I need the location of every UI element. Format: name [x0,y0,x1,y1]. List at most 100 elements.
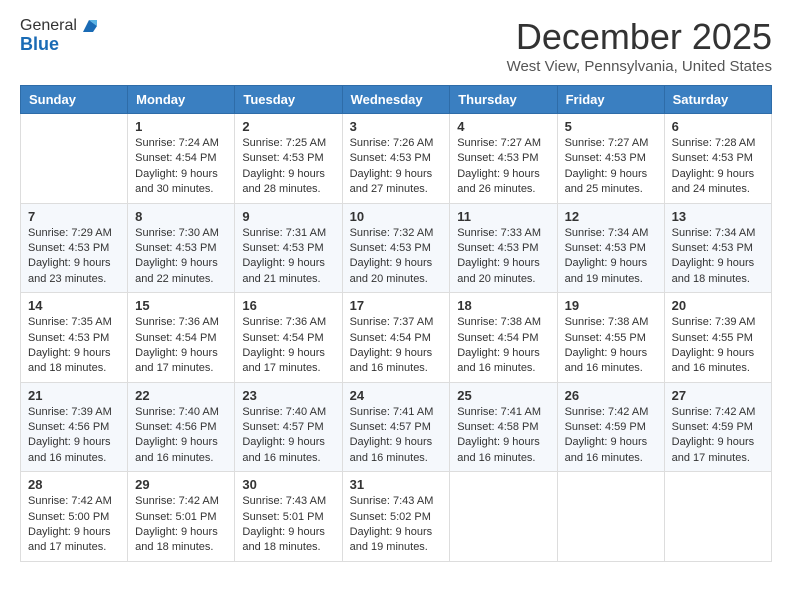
day-number: 26 [565,388,657,403]
day-number: 12 [565,209,657,224]
day-info: Sunrise: 7:26 AM Sunset: 4:53 PM Dayligh… [350,136,443,198]
calendar-cell: 15 Sunrise: 7:36 AM Sunset: 4:54 PM Dayli… [128,293,235,383]
day-info: Sunrise: 7:39 AM Sunset: 4:56 PM Dayligh… [28,405,120,467]
day-info: Sunrise: 7:40 AM Sunset: 4:56 PM Dayligh… [135,405,227,467]
calendar-cell [557,472,664,562]
day-info: Sunrise: 7:29 AM Sunset: 4:53 PM Dayligh… [28,226,120,288]
day-number: 19 [565,298,657,313]
calendar-cell: 13 Sunrise: 7:34 AM Sunset: 4:53 PM Dayli… [664,203,771,293]
calendar-cell: 6Sunrise: 7:28 AM Sunset: 4:53 PM Daylig… [664,114,771,204]
calendar-week-row: 14 Sunrise: 7:35 AM Sunset: 4:53 PM Dayli… [21,293,772,383]
day-info: Sunrise: 7:27 AM Sunset: 4:53 PM Dayligh… [457,136,549,198]
day-number: 28 [28,477,120,492]
day-info: Sunrise: 7:38 AM Sunset: 4:54 PM Dayligh… [457,315,549,377]
day-info: Sunrise: 7:36 AM Sunset: 4:54 PM Dayligh… [135,315,227,377]
calendar-cell [664,472,771,562]
day-number: 15 [135,298,227,313]
day-number: 1 [135,119,227,134]
calendar-cell [21,114,128,204]
day-number: 4 [457,119,549,134]
calendar-cell: 1 Sunrise: 7:24 AM Sunset: 4:54 PM Daylig… [128,114,235,204]
weekday-header: Wednesday [342,86,450,114]
day-number: 17 [350,298,443,313]
day-number: 22 [135,388,227,403]
day-info: Sunrise: 7:42 AM Sunset: 4:59 PM Dayligh… [565,405,657,467]
day-number: 8 [135,209,227,224]
day-info: Sunrise: 7:32 AM Sunset: 4:53 PM Dayligh… [350,226,443,288]
calendar-cell: 12 Sunrise: 7:34 AM Sunset: 4:53 PM Dayli… [557,203,664,293]
calendar-cell: 17 Sunrise: 7:37 AM Sunset: 4:54 PM Dayli… [342,293,450,383]
calendar-week-row: 7 Sunrise: 7:29 AM Sunset: 4:53 PM Daylig… [21,203,772,293]
day-number: 10 [350,209,443,224]
day-info: Sunrise: 7:24 AM Sunset: 4:54 PM Dayligh… [135,136,227,198]
day-info: Sunrise: 7:34 AM Sunset: 4:53 PM Dayligh… [672,226,764,288]
title-block: December 2025 West View, Pennsylvania, U… [507,16,772,75]
day-number: 25 [457,388,549,403]
day-number: 18 [457,298,549,313]
calendar-cell: 3Sunrise: 7:26 AM Sunset: 4:53 PM Daylig… [342,114,450,204]
day-info: Sunrise: 7:39 AM Sunset: 4:55 PM Dayligh… [672,315,764,377]
calendar-cell: 27Sunrise: 7:42 AM Sunset: 4:59 PM Dayli… [664,382,771,472]
calendar-cell: 22 Sunrise: 7:40 AM Sunset: 4:56 PM Dayli… [128,382,235,472]
page-header: General Blue December 2025 West View, Pe… [20,16,772,75]
day-info: Sunrise: 7:34 AM Sunset: 4:53 PM Dayligh… [565,226,657,288]
day-number: 7 [28,209,120,224]
day-info: Sunrise: 7:25 AM Sunset: 4:53 PM Dayligh… [242,136,334,198]
location: West View, Pennsylvania, United States [507,58,772,75]
calendar-cell: 29Sunrise: 7:42 AM Sunset: 5:01 PM Dayli… [128,472,235,562]
calendar-cell: 23Sunrise: 7:40 AM Sunset: 4:57 PM Dayli… [235,382,342,472]
calendar-cell: 11 Sunrise: 7:33 AM Sunset: 4:53 PM Dayli… [450,203,557,293]
day-info: Sunrise: 7:41 AM Sunset: 4:57 PM Dayligh… [350,405,443,467]
day-info: Sunrise: 7:40 AM Sunset: 4:57 PM Dayligh… [242,405,334,467]
day-number: 6 [672,119,764,134]
day-number: 14 [28,298,120,313]
calendar-cell: 10 Sunrise: 7:32 AM Sunset: 4:53 PM Dayli… [342,203,450,293]
weekday-header: Sunday [21,86,128,114]
day-number: 31 [350,477,443,492]
day-number: 11 [457,209,549,224]
calendar-week-row: 28 Sunrise: 7:42 AM Sunset: 5:00 PM Dayli… [21,472,772,562]
day-info: Sunrise: 7:33 AM Sunset: 4:53 PM Dayligh… [457,226,549,288]
day-info: Sunrise: 7:38 AM Sunset: 4:55 PM Dayligh… [565,315,657,377]
day-number: 16 [242,298,334,313]
day-info: Sunrise: 7:37 AM Sunset: 4:54 PM Dayligh… [350,315,443,377]
logo-general: General [20,17,77,35]
day-info: Sunrise: 7:43 AM Sunset: 5:01 PM Dayligh… [242,494,334,556]
calendar-cell: 20Sunrise: 7:39 AM Sunset: 4:55 PM Dayli… [664,293,771,383]
day-number: 21 [28,388,120,403]
weekday-header: Tuesday [235,86,342,114]
day-info: Sunrise: 7:43 AM Sunset: 5:02 PM Dayligh… [350,494,443,556]
calendar-cell: 5 Sunrise: 7:27 AM Sunset: 4:53 PM Daylig… [557,114,664,204]
day-number: 30 [242,477,334,492]
day-number: 13 [672,209,764,224]
calendar-cell: 24Sunrise: 7:41 AM Sunset: 4:57 PM Dayli… [342,382,450,472]
day-info: Sunrise: 7:27 AM Sunset: 4:53 PM Dayligh… [565,136,657,198]
calendar-cell: 28 Sunrise: 7:42 AM Sunset: 5:00 PM Dayli… [21,472,128,562]
calendar-cell: 31 Sunrise: 7:43 AM Sunset: 5:02 PM Dayli… [342,472,450,562]
calendar-cell: 14 Sunrise: 7:35 AM Sunset: 4:53 PM Dayli… [21,293,128,383]
calendar-cell: 8 Sunrise: 7:30 AM Sunset: 4:53 PM Daylig… [128,203,235,293]
logo: General Blue [20,16,99,55]
day-info: Sunrise: 7:42 AM Sunset: 5:00 PM Dayligh… [28,494,120,556]
day-number: 5 [565,119,657,134]
weekday-header: Saturday [664,86,771,114]
calendar-header-row: SundayMondayTuesdayWednesdayThursdayFrid… [21,86,772,114]
day-info: Sunrise: 7:30 AM Sunset: 4:53 PM Dayligh… [135,226,227,288]
logo-blue: Blue [20,34,59,55]
day-info: Sunrise: 7:42 AM Sunset: 5:01 PM Dayligh… [135,494,227,556]
calendar-cell: 21 Sunrise: 7:39 AM Sunset: 4:56 PM Dayli… [21,382,128,472]
weekday-header: Thursday [450,86,557,114]
calendar-cell: 4 Sunrise: 7:27 AM Sunset: 4:53 PM Daylig… [450,114,557,204]
calendar-week-row: 21 Sunrise: 7:39 AM Sunset: 4:56 PM Dayli… [21,382,772,472]
month-title: December 2025 [507,16,772,58]
day-number: 27 [672,388,764,403]
logo-icon [79,16,99,36]
day-info: Sunrise: 7:31 AM Sunset: 4:53 PM Dayligh… [242,226,334,288]
calendar-cell: 9 Sunrise: 7:31 AM Sunset: 4:53 PM Daylig… [235,203,342,293]
day-info: Sunrise: 7:35 AM Sunset: 4:53 PM Dayligh… [28,315,120,377]
calendar-cell [450,472,557,562]
day-number: 9 [242,209,334,224]
day-info: Sunrise: 7:41 AM Sunset: 4:58 PM Dayligh… [457,405,549,467]
calendar-week-row: 1 Sunrise: 7:24 AM Sunset: 4:54 PM Daylig… [21,114,772,204]
calendar-cell: 26 Sunrise: 7:42 AM Sunset: 4:59 PM Dayli… [557,382,664,472]
